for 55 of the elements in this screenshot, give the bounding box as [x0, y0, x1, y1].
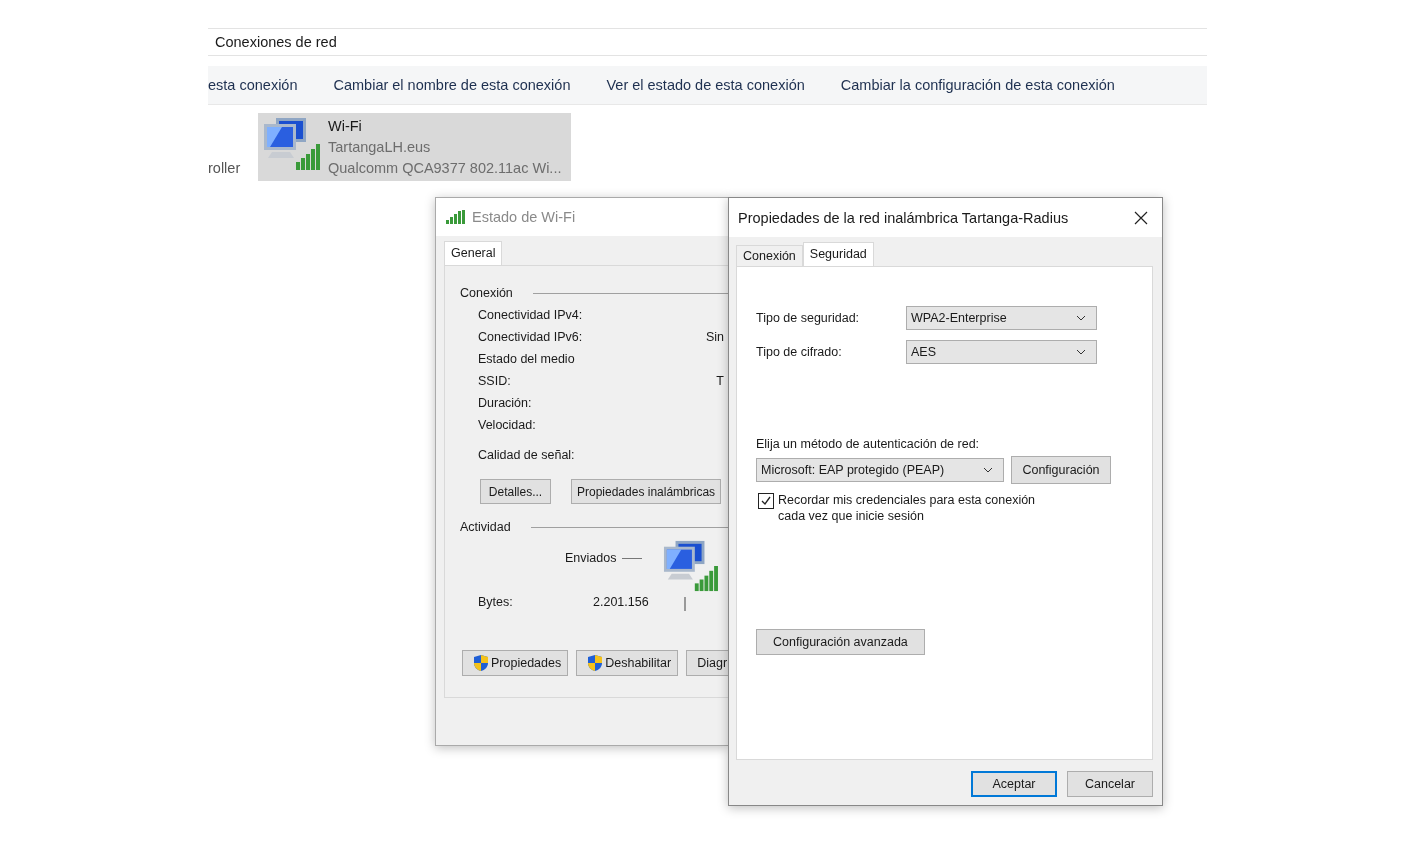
checkbox-label: Recordar mis credenciales para esta conexión cada vez que inicie sesión [778, 492, 1037, 524]
field-label: Tipo de seguridad: [756, 311, 861, 325]
dropdown[interactable]: WPA2-Enterprise [906, 306, 1097, 330]
dialog-button[interactable]: Cancelar [1067, 771, 1153, 797]
dialog-button[interactable]: Detalles... [480, 479, 551, 504]
sent-label: Enviados [565, 551, 617, 565]
group-heading: Actividad [460, 520, 511, 534]
tab[interactable]: General [444, 241, 503, 265]
toolbar-command[interactable]: esta conexión [208, 77, 298, 93]
network-adapter-tile[interactable]: Wi-Fi TartangaLH.eus Qualcomm QCA9377 802.11ac Wi... [258, 113, 572, 181]
field-label: Duración: [478, 396, 532, 410]
group-heading: Conexión [460, 286, 513, 300]
field-label: Estado del medio [478, 352, 575, 366]
adapter-device: Qualcomm QCA9377 802.11ac Wi... [328, 159, 562, 178]
field-value: Sin [705, 330, 724, 344]
checkbox[interactable] [758, 493, 774, 509]
tab[interactable]: Conexión [736, 245, 803, 266]
dialog-button[interactable]: Aceptar [971, 771, 1057, 797]
computers-signal-icon [662, 539, 718, 593]
field-value: T [716, 374, 724, 388]
chevron-down-icon [1076, 315, 1086, 321]
shield-icon [473, 654, 489, 672]
network-name: TartangaLH.eus [328, 138, 432, 157]
field-label: Bytes: [478, 595, 513, 609]
toolbar-command[interactable]: Cambiar el nombre de esta conexión [333, 77, 571, 93]
window-title: Propiedades de la red inalámbrica Tartanga-Radius [738, 209, 1069, 226]
dropdown[interactable]: Microsoft: EAP protegido (PEAP) [756, 458, 1004, 482]
field-label: Conectividad IPv6: [478, 330, 583, 344]
close-icon[interactable] [1134, 210, 1148, 225]
adapter-caption: roller [208, 160, 242, 178]
field-label: SSID: [478, 374, 511, 388]
address-bar[interactable]: Conexiones de red [208, 28, 1207, 56]
field-label: Elija un método de autenticación de red: [756, 436, 981, 453]
signal-bars-icon [446, 210, 466, 224]
window-title: Estado de Wi-Fi [472, 209, 576, 225]
dialog-button[interactable]: Propiedades inalámbricas [571, 479, 722, 504]
field-label: Conectividad IPv4: [478, 308, 583, 322]
dropdown[interactable]: AES [906, 340, 1097, 364]
toolbar-command[interactable]: Ver el estado de esta conexión [606, 77, 805, 93]
field-label: Calidad de señal: [478, 448, 575, 462]
toolbar-command[interactable]: Cambiar la configuración de esta conexión [840, 77, 1115, 93]
dialog-button[interactable]: Configuración avanzada [756, 629, 925, 655]
field-label: Velocidad: [478, 418, 536, 432]
adapter-name: Wi-Fi [328, 117, 363, 136]
dialog-button[interactable]: Propiedades [462, 650, 569, 676]
chevron-down-icon [1076, 349, 1086, 355]
chevron-down-icon [983, 467, 993, 473]
computers-signal-icon [262, 116, 320, 172]
dialog-button[interactable]: Deshabilitar [576, 650, 679, 676]
shield-icon [587, 654, 604, 672]
dialog-button[interactable]: Configuración [1011, 456, 1111, 484]
tab[interactable]: Seguridad [802, 242, 874, 266]
dialog-button[interactable]: Diagr [686, 650, 728, 676]
bytes-sent-value: 2.201.156 [593, 595, 649, 609]
field-label: Tipo de cifrado: [756, 345, 843, 359]
